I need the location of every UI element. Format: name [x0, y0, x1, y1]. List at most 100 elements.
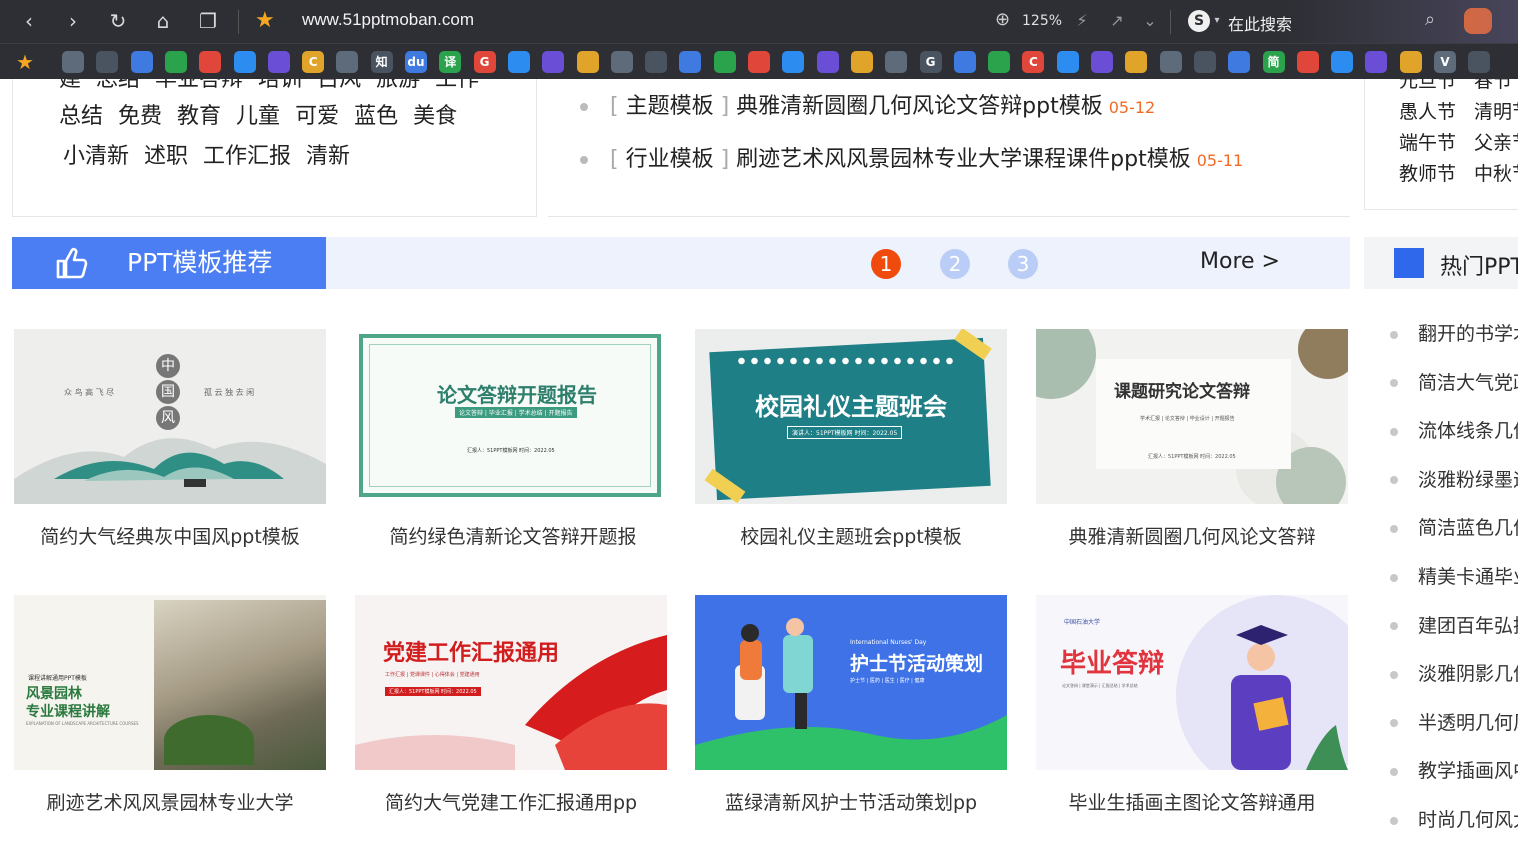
- tag-link[interactable]: 毕业答辩: [155, 79, 243, 92]
- festival-link[interactable]: 父亲节: [1474, 132, 1518, 154]
- festival-link[interactable]: 元旦节: [1399, 79, 1456, 92]
- template-card[interactable]: 课程讲解通用PPT模板 风景园林 专业课程讲解 EXPLANATION OF L…: [14, 595, 326, 815]
- bookmark-icon[interactable]: C: [1022, 51, 1045, 73]
- bookmark-icon[interactable]: G: [473, 51, 496, 73]
- hot-list-item-label[interactable]: 淡雅粉绿墨迹: [1418, 469, 1518, 491]
- template-card[interactable]: 课题研究论文答辩 学术汇报 | 论文答辩 | 毕业设计 | 开题报告 汇报人：5…: [1036, 329, 1348, 549]
- bookmark-icon[interactable]: [267, 51, 290, 73]
- hot-list-item-label[interactable]: 淡雅阴影几何: [1418, 663, 1518, 685]
- bookmark-icon[interactable]: [1228, 51, 1251, 73]
- bookmark-icon[interactable]: [679, 51, 702, 73]
- bookmark-icon[interactable]: 知: [370, 51, 393, 73]
- festival-link[interactable]: 端午节: [1399, 132, 1456, 154]
- zoom-icon[interactable]: ⊕: [995, 9, 1019, 33]
- hot-list-item[interactable]: 淡雅阴影几何: [1390, 659, 1518, 686]
- bookmark-icon[interactable]: 简: [1262, 51, 1285, 73]
- festival-link[interactable]: 中秋节: [1474, 163, 1518, 185]
- hot-list-item-label[interactable]: 时尚几何风大: [1418, 809, 1518, 831]
- bookmark-icon[interactable]: [610, 51, 633, 73]
- card-thumbnail[interactable]: 课程讲解通用PPT模板 风景园林 专业课程讲解 EXPLANATION OF L…: [14, 595, 326, 770]
- back-icon[interactable]: ‹: [14, 6, 44, 36]
- card-thumbnail[interactable]: 课题研究论文答辩 学术汇报 | 论文答辩 | 毕业设计 | 开题报告 汇报人：5…: [1036, 329, 1348, 504]
- card-thumbnail[interactable]: 论文答辩开题报告 论文答辩 | 毕业汇报 | 学术总结 | 开题报告 汇报人：5…: [357, 329, 669, 504]
- hot-list-item-label[interactable]: 流体线条几何: [1418, 420, 1518, 442]
- template-card[interactable]: 论文答辩开题报告 论文答辩 | 毕业汇报 | 学术总结 | 开题报告 汇报人：5…: [357, 329, 669, 549]
- bookmark-icon[interactable]: [1125, 51, 1148, 73]
- zoom-level[interactable]: 125%: [1022, 13, 1062, 29]
- bookmark-icon[interactable]: [816, 51, 839, 73]
- festival-link[interactable]: 春节: [1474, 79, 1512, 92]
- hot-list-item-label[interactable]: 精美卡通毕业: [1418, 566, 1518, 588]
- template-card[interactable]: 党建工作汇报通用 工作汇报 | 党课课件 | 心得体会 | 党建通用 汇报人：5…: [355, 595, 667, 815]
- bookmark-icon[interactable]: [62, 51, 84, 73]
- bookmark-icon[interactable]: [1468, 51, 1491, 73]
- lightning-icon[interactable]: ⚡: [1070, 9, 1094, 33]
- bookmark-icon[interactable]: [782, 51, 805, 73]
- template-card[interactable]: 校园礼仪主题班会 演讲人：51PPT模板网 时间：2022.05 校园礼仪主题班…: [695, 329, 1007, 549]
- bookmark-icon[interactable]: [1331, 51, 1354, 73]
- card-thumbnail[interactable]: International Nurses' Day 护士节活动策划 护士节 | …: [695, 595, 1007, 770]
- card-caption[interactable]: 蓝绿清新风护士节活动策划pp: [695, 788, 1007, 815]
- festival-link[interactable]: 教师节: [1399, 163, 1456, 185]
- news-category[interactable]: 主题模板: [626, 94, 714, 119]
- bookmark-icon[interactable]: [542, 51, 565, 73]
- card-thumbnail[interactable]: 党建工作汇报通用 工作汇报 | 党课课件 | 心得体会 | 党建通用 汇报人：5…: [355, 595, 667, 770]
- template-card[interactable]: 中国石油大学 毕业答辩 论文答辩 | 课堂演示 | 汇报总结 | 学术总结 毕业…: [1036, 595, 1348, 815]
- template-card[interactable]: 中 国 风 众 鸟 高 飞 尽 孤 云 独 去 闲 简约大气经典灰中国风ppt模…: [14, 329, 326, 549]
- more-link[interactable]: More >: [1200, 249, 1280, 274]
- bookmark-icon[interactable]: 译: [439, 51, 462, 73]
- tag-link[interactable]: 总结: [59, 104, 103, 129]
- hot-list-item-label[interactable]: 简洁大气党政: [1418, 372, 1518, 394]
- tag-link[interactable]: 旅游: [376, 79, 420, 92]
- card-caption[interactable]: 校园礼仪主题班会ppt模板: [695, 522, 1007, 549]
- hot-list-item[interactable]: 教学插画风中: [1390, 756, 1518, 783]
- festival-link[interactable]: 清明节: [1474, 101, 1518, 123]
- bookmark-icon[interactable]: [988, 51, 1011, 73]
- bookmark-icon[interactable]: C: [302, 51, 325, 73]
- tag-link[interactable]: 工作: [435, 79, 479, 92]
- bookmark-icon[interactable]: du: [405, 51, 427, 73]
- bookmark-icon[interactable]: [713, 51, 736, 73]
- bookmark-icon[interactable]: [1399, 51, 1422, 73]
- tag-link[interactable]: 可爱: [295, 104, 339, 129]
- bookmark-icon[interactable]: [1296, 51, 1319, 73]
- hot-list-item-label[interactable]: 半透明几何风: [1418, 712, 1518, 734]
- bookmark-icon[interactable]: [576, 51, 599, 73]
- page-dot-2[interactable]: 2: [940, 249, 970, 279]
- card-thumbnail[interactable]: 校园礼仪主题班会 演讲人：51PPT模板网 时间：2022.05: [695, 329, 1007, 504]
- news-title[interactable]: 典雅清新圆圈几何风论文答辩ppt模板: [736, 94, 1103, 119]
- hot-list-item[interactable]: 半透明几何风: [1390, 708, 1518, 735]
- bookmark-icon[interactable]: [885, 51, 908, 73]
- bookmark-icon[interactable]: [507, 51, 530, 73]
- tag-link[interactable]: 培训: [258, 79, 302, 92]
- news-title[interactable]: 刷迹艺术风风景园林专业大学课程课件ppt模板: [736, 147, 1191, 172]
- hot-list-item[interactable]: 简洁大气党政: [1390, 368, 1518, 395]
- bookmark-icon[interactable]: [199, 51, 222, 73]
- tag-link[interactable]: 建: [59, 79, 81, 92]
- bookmark-icon[interactable]: [953, 51, 976, 73]
- bookmark-star-icon[interactable]: ★: [255, 7, 275, 35]
- favorites-star-icon[interactable]: ★: [16, 50, 34, 74]
- hot-list-item[interactable]: 简洁蓝色几何: [1390, 513, 1518, 540]
- forward-icon[interactable]: ›: [58, 6, 88, 36]
- bookmark-icon[interactable]: [336, 51, 359, 73]
- engine-dropdown-icon[interactable]: ▾: [1205, 9, 1229, 33]
- template-card[interactable]: International Nurses' Day 护士节活动策划 护士节 | …: [695, 595, 1007, 815]
- card-caption[interactable]: 简约大气党建工作汇报通用pp: [355, 788, 667, 815]
- news-category[interactable]: 行业模板: [626, 147, 714, 172]
- reload-icon[interactable]: ↻: [103, 6, 133, 36]
- card-caption[interactable]: 简约大气经典灰中国风ppt模板: [14, 522, 326, 549]
- reader-icon[interactable]: ❐: [193, 6, 223, 36]
- bookmark-icon[interactable]: [130, 51, 153, 73]
- bookmark-icon[interactable]: [1091, 51, 1113, 73]
- tag-link[interactable]: 美食: [413, 104, 457, 129]
- bookmark-icon[interactable]: [645, 51, 668, 73]
- page-dot-3[interactable]: 3: [1008, 249, 1038, 279]
- hot-list-item-label[interactable]: 教学插画风中: [1418, 760, 1518, 782]
- bookmark-icon[interactable]: [233, 51, 256, 73]
- tag-link[interactable]: 清新: [306, 144, 350, 169]
- bookmark-icon[interactable]: [748, 51, 770, 73]
- tag-link[interactable]: 小清新: [63, 144, 129, 169]
- hot-list-item[interactable]: 流体线条几何: [1390, 416, 1518, 443]
- tag-link[interactable]: 述职: [144, 144, 188, 169]
